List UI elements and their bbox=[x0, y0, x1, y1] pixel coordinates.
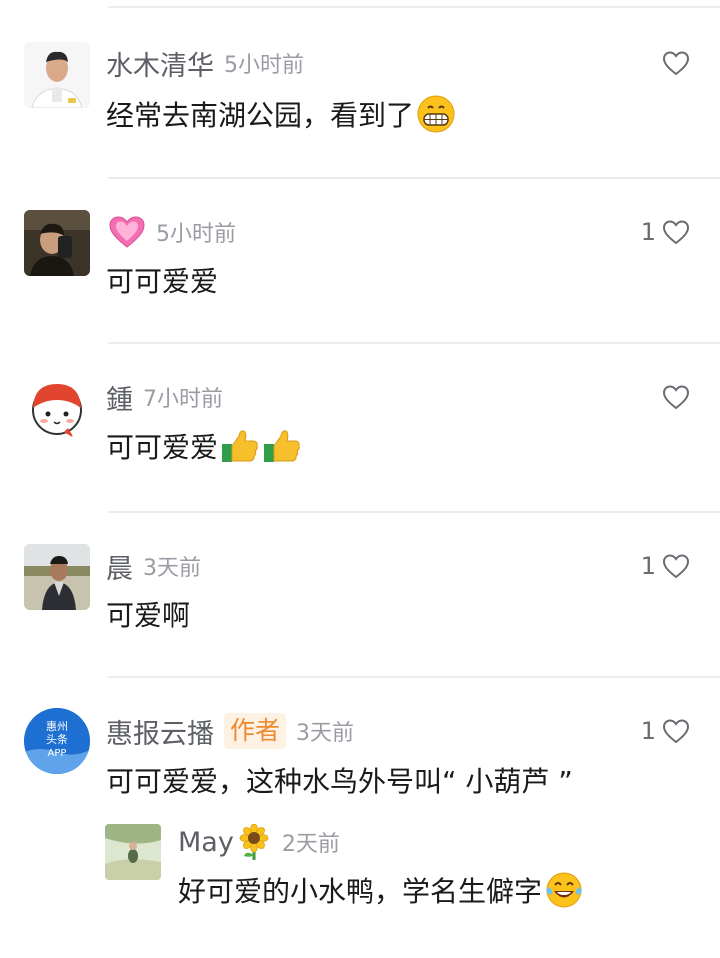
comment-header: 5小时前 bbox=[106, 212, 236, 252]
reply-text-row: 好可爱的小水鸭，学名生僻字 bbox=[178, 868, 584, 912]
commenter-name[interactable]: 水木清华 bbox=[106, 44, 214, 83]
grin-emoji-icon bbox=[417, 95, 455, 133]
avatar-logo-text: 头条 bbox=[46, 732, 68, 746]
avatar-logo-text: APP bbox=[48, 748, 67, 759]
comment-text: 可可爱爱 bbox=[106, 431, 219, 464]
heart-outline-icon[interactable] bbox=[662, 50, 690, 76]
reply-text: 好可爱的小水鸭，学名生僻字 bbox=[178, 875, 543, 908]
like-button[interactable]: 1 bbox=[641, 212, 690, 252]
avatar[interactable]: 惠州 头条 APP bbox=[24, 708, 90, 774]
top-separator bbox=[108, 6, 720, 8]
heart-outline-icon[interactable] bbox=[662, 384, 690, 410]
commenter-name[interactable]: 晨 bbox=[106, 547, 133, 586]
like-button[interactable]: 1 bbox=[641, 711, 690, 751]
comment-text: 可可爱爱，这种水鸟外号叫“ 小葫芦 ” bbox=[106, 765, 573, 798]
comment-time: 3天前 bbox=[296, 721, 355, 746]
comment-text: 经常去南湖公园，看到了 bbox=[106, 99, 415, 132]
comment-text-row: 可可爱爱 bbox=[106, 424, 302, 468]
avatar[interactable] bbox=[24, 210, 90, 276]
comment-text-row: 可可爱爱 bbox=[106, 258, 218, 302]
commenter-name[interactable]: 惠报云播 bbox=[106, 712, 214, 751]
like-count: 1 bbox=[640, 552, 656, 580]
thumbs-up-emoji-icon bbox=[222, 430, 258, 462]
like-button[interactable] bbox=[656, 43, 690, 83]
like-count: 1 bbox=[640, 717, 656, 745]
comment-header: 惠报云播 作者 3天前 bbox=[106, 711, 354, 751]
comment-text-row: 经常去南湖公园，看到了 bbox=[106, 92, 456, 136]
avatar-logo-text: 惠州 bbox=[46, 719, 68, 733]
comment-separator bbox=[108, 511, 720, 513]
comment-header: 水木清华 5小时前 bbox=[106, 43, 304, 83]
comment-time: 7小时前 bbox=[143, 387, 223, 412]
avatar[interactable] bbox=[24, 544, 90, 610]
avatar[interactable] bbox=[24, 42, 90, 108]
comment-time: 5小时前 bbox=[156, 222, 236, 247]
comment-text: 可可爱爱 bbox=[106, 265, 219, 298]
thumbs-up-emoji-icon bbox=[264, 430, 300, 462]
laugh-tears-emoji-icon bbox=[546, 872, 583, 908]
comment-text-row: 可可爱爱，这种水鸟外号叫“ 小葫芦 ” bbox=[106, 758, 573, 802]
like-button[interactable] bbox=[656, 377, 690, 417]
comment-text-row: 可爱啊 bbox=[106, 592, 190, 636]
heart-outline-icon[interactable] bbox=[662, 553, 690, 579]
comment-separator bbox=[108, 177, 720, 179]
commenter-name[interactable]: 鍾 bbox=[106, 378, 133, 417]
like-count: 1 bbox=[640, 218, 656, 246]
comment-text: 可爱啊 bbox=[106, 599, 191, 632]
commenter-name[interactable]: May bbox=[178, 827, 234, 858]
comment-header: 晨 3天前 bbox=[106, 546, 201, 586]
author-badge: 作者 bbox=[224, 713, 287, 749]
heart-outline-icon[interactable] bbox=[662, 718, 690, 744]
comment-time: 5小时前 bbox=[224, 53, 304, 78]
comment-time: 2天前 bbox=[281, 832, 340, 857]
pink-heart-emoji-icon bbox=[109, 216, 145, 248]
like-button[interactable]: 1 bbox=[641, 546, 690, 586]
avatar[interactable] bbox=[24, 374, 90, 440]
comment-time: 3天前 bbox=[143, 556, 201, 581]
comment-separator bbox=[108, 676, 720, 678]
comment-separator bbox=[108, 342, 720, 344]
comment-header: 鍾 7小时前 bbox=[106, 377, 223, 417]
reply-header: May 2天前 bbox=[178, 822, 340, 862]
heart-outline-icon[interactable] bbox=[662, 219, 690, 245]
avatar[interactable] bbox=[105, 824, 161, 880]
sunflower-emoji-icon bbox=[239, 824, 269, 860]
